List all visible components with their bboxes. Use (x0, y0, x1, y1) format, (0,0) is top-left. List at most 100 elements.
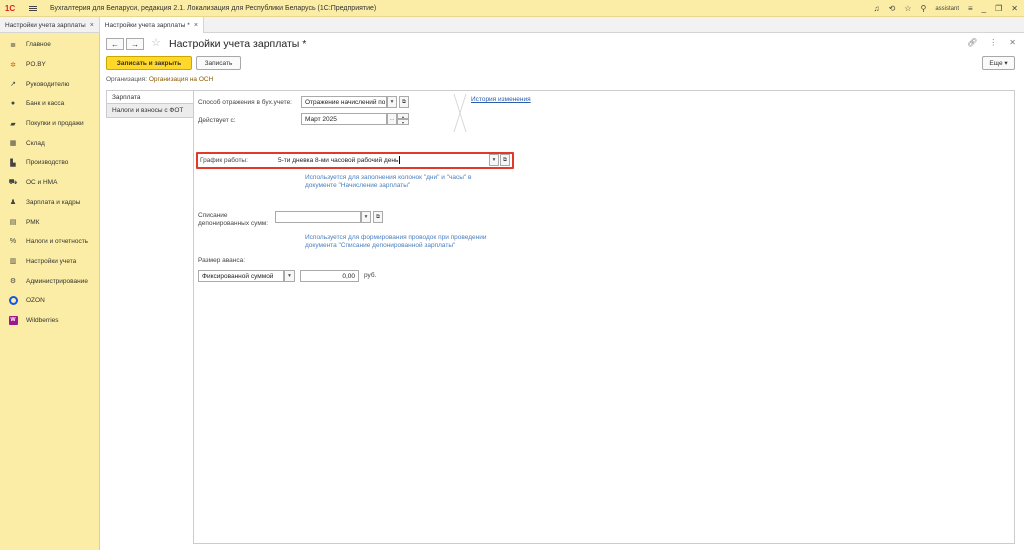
bell-icon[interactable]: ♫ (874, 4, 880, 13)
sidebar-item-label: Настройки учета (26, 257, 77, 265)
tab-close-icon[interactable]: × (90, 22, 94, 29)
page-title: Настройки учета зарплаты * (169, 38, 307, 50)
app-logo: 1С (4, 3, 16, 13)
advance-currency: руб. (364, 272, 377, 279)
sidebar-item-main[interactable]: ≣ Главное (0, 35, 99, 55)
sidebar-item-manager[interactable]: ↗ Руководителю (0, 74, 99, 94)
reflection-field[interactable]: Отражение начислений по (301, 96, 387, 108)
organization-label: Организация: (106, 76, 148, 83)
person-icon: ♟ (9, 199, 17, 207)
list-icon: ≣ (10, 41, 16, 49)
link-icon[interactable]: 🔗︎ (967, 38, 977, 47)
gear-icon: ⚙ (9, 278, 17, 286)
deposit-field[interactable] (275, 211, 361, 223)
sidebar-item-warehouse[interactable]: ▦ Склад (0, 133, 99, 153)
advance-type-dropdown-icon[interactable]: ▾ (284, 270, 295, 282)
settings-menu-icon[interactable]: ≡ (968, 4, 973, 13)
sidebar-item-wildberries[interactable]: W Wildberries (0, 311, 99, 331)
register-icon: ▤ (9, 219, 17, 227)
deposit-dropdown-icon[interactable]: ▾ (361, 211, 371, 223)
effective-date-field[interactable]: Март 2025 (301, 113, 387, 125)
minimize-icon[interactable]: _ (982, 4, 986, 13)
settings-doc-icon: ▥ (9, 258, 17, 266)
organization-value[interactable]: Организация на ОСН (149, 76, 213, 83)
sidebar-item-label: Производство (26, 159, 69, 167)
favorite-star-icon[interactable]: ☆ (151, 36, 161, 49)
save-and-close-button[interactable]: Записать и закрыть (106, 56, 192, 70)
sidebar-item-assets[interactable]: ⛟ ОС и НМА (0, 173, 99, 193)
sidebar-item-poby[interactable]: ✲ PO.BY (0, 55, 99, 75)
deposit-hint: Используется для формирования проводок п… (305, 234, 487, 249)
tab-settings-2[interactable]: Настройки учета зарплаты * × (99, 17, 204, 33)
tab-label: Настройки учета зарплаты (5, 21, 86, 29)
open-tabs-bar: Настройки учета зарплаты × Настройки уче… (0, 17, 1024, 33)
sidebar-item-label: Главное (26, 41, 51, 49)
title-bar-actions: ♫ ⟲ ☆ ⚲ assistant ≡ _ ❐ ✕ (874, 0, 1018, 17)
sidebar-item-taxes[interactable]: % Налоги и отчетность (0, 232, 99, 252)
sidebar-item-bank[interactable]: ● Банк и касса (0, 94, 99, 114)
sidebar-item-admin[interactable]: ⚙ Администрирование (0, 271, 99, 291)
sidebar-item-rmk[interactable]: ▤ РМК (0, 212, 99, 232)
sidebar-item-accounting-settings[interactable]: ▥ Настройки учета (0, 252, 99, 272)
history-icon[interactable]: ⟲ (889, 4, 896, 13)
save-button[interactable]: Записать (196, 56, 241, 70)
warehouse-icon: ▦ (9, 140, 17, 148)
text-cursor (399, 156, 401, 164)
more-button[interactable]: Еще ▾ (982, 56, 1015, 70)
sidebar-item-production[interactable]: ▙ Производство (0, 153, 99, 173)
history-link[interactable]: История изменения (471, 96, 531, 103)
sidebar-item-label: Wildberries (26, 316, 59, 324)
cart-icon: ▰ (10, 120, 16, 128)
close-icon[interactable]: ✕ (1011, 4, 1018, 13)
vertical-tabs: Зарплата Налоги и взносы с ФОТ (106, 90, 194, 118)
poby-icon: ✲ (10, 61, 16, 69)
coin-icon: ● (10, 100, 16, 108)
advance-type-field[interactable]: Фиксированной суммой (198, 270, 284, 282)
tab-close-icon[interactable]: × (194, 22, 198, 29)
schedule-open-icon[interactable]: ⧉ (500, 154, 510, 166)
form-close-icon[interactable]: ✕ (1009, 38, 1016, 47)
more-vert-icon[interactable]: ⋮ (989, 38, 997, 47)
sidebar-item-label: Покупки и продажи (26, 120, 84, 128)
tab-salary[interactable]: Зарплата (106, 90, 194, 104)
spin-down-icon[interactable]: ▾ (397, 119, 409, 125)
tab-label: Настройки учета зарплаты * (104, 21, 190, 29)
sidebar-item-ozon[interactable]: OZON (0, 291, 99, 311)
hamburger-menu-icon[interactable] (26, 0, 40, 17)
advance-label: Размер аванса: (198, 257, 246, 264)
calendar-select-icon[interactable]: … (387, 113, 397, 125)
sidebar-item-label: РМК (26, 218, 40, 226)
sidebar-item-purchases[interactable]: ▰ Покупки и продажи (0, 114, 99, 134)
sidebar-item-label: Зарплата и кадры (26, 198, 81, 206)
reflection-open-icon[interactable]: ⧉ (399, 96, 409, 108)
deposit-label: Списание депонированных сумм: (198, 212, 269, 227)
search-icon[interactable]: ⚲ (920, 4, 926, 13)
sidebar-item-label: Администрирование (26, 277, 88, 285)
form-actions: 🔗︎ ⋮ ✕ (967, 38, 1016, 47)
trend-icon: ↗ (10, 81, 16, 89)
schedule-dropdown-icon[interactable]: ▾ (489, 154, 499, 166)
reflection-dropdown-icon[interactable]: ▾ (387, 96, 397, 108)
sidebar-item-label: ОС и НМА (26, 179, 58, 187)
title-bar: 1С Бухгалтерия для Беларуси, редакция 2.… (0, 0, 1024, 17)
reflection-label: Способ отражения в бух.учете: (198, 99, 292, 106)
star-icon[interactable]: ☆ (904, 4, 911, 13)
deposit-open-icon[interactable]: ⧉ (373, 211, 383, 223)
schedule-field[interactable]: 5-ти дневка 8-ми часовой рабочий день (275, 154, 489, 166)
tab-taxes-fot[interactable]: Налоги и взносы с ФОТ (106, 104, 194, 118)
restore-icon[interactable]: ❐ (995, 4, 1002, 13)
sidebar-item-label: Налоги и отчетность (26, 238, 89, 246)
factory-icon: ▙ (10, 159, 16, 167)
sidebar-item-label: Руководителю (26, 80, 70, 88)
user-name[interactable]: assistant (935, 6, 959, 12)
schedule-value: 5-ти дневка 8-ми часовой рабочий день (278, 156, 399, 164)
sidebar-item-label: Склад (26, 139, 45, 147)
forward-button[interactable]: → (126, 38, 144, 50)
sidebar-item-salary[interactable]: ♟ Зарплата и кадры (0, 193, 99, 213)
back-button[interactable]: ← (106, 38, 124, 50)
advance-amount-field[interactable]: 0,00 (300, 270, 359, 282)
tab-settings-1[interactable]: Настройки учета зарплаты × (0, 17, 100, 33)
sidebar-item-label: PO.BY (26, 61, 46, 69)
schedule-hint: Используется для заполнения колонок "дни… (305, 174, 472, 189)
truck-icon: ⛟ (8, 179, 18, 187)
